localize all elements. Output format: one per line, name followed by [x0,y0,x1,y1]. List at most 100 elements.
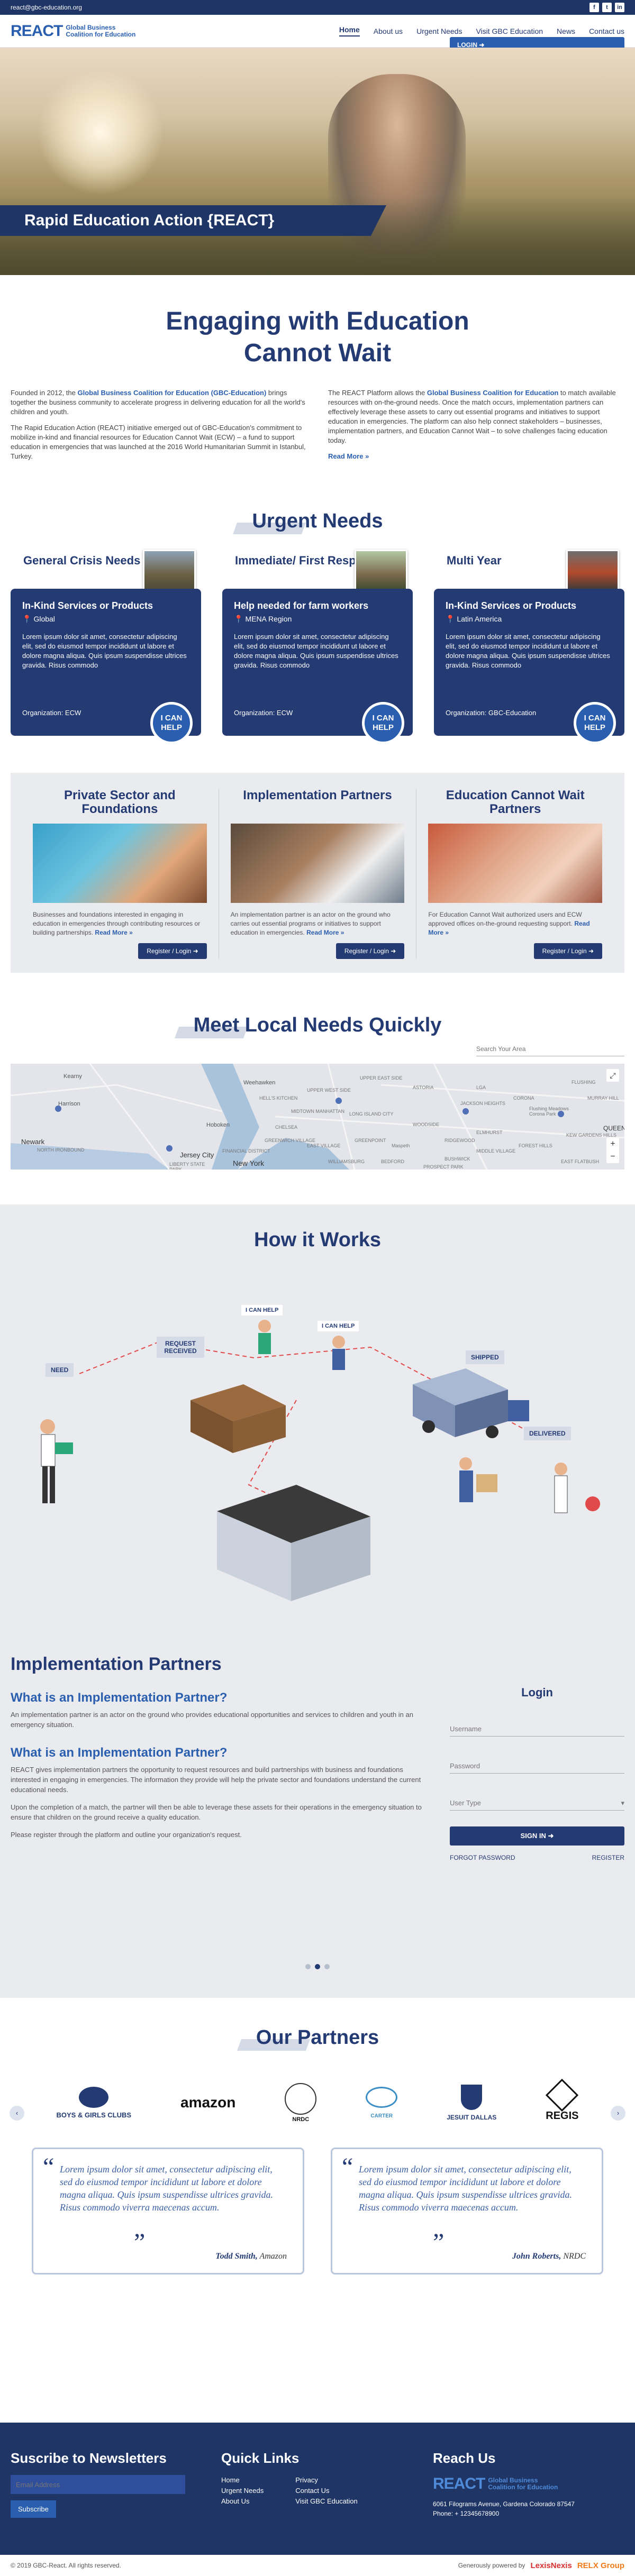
regis-icon [546,2078,579,2112]
register-login-button[interactable]: Register / Login ➜ [138,943,207,959]
group-title: Education Cannot Wait Partners [446,788,585,816]
group-text: For Education Cannot Wait authorized use… [428,910,602,939]
forgot-password-link[interactable]: FORGOT PASSWORD [450,1854,515,1861]
relx-logo[interactable]: RELX Group [577,2561,624,2570]
register-login-button[interactable]: Register / Login ➜ [533,943,603,959]
fullscreen-icon[interactable]: ⤢ [606,1069,619,1082]
request-received-label: REQUEST RECEIVED [157,1337,204,1358]
read-more-link[interactable]: Read More » [306,929,344,936]
nav-urgent-needs[interactable]: Urgent Needs [416,27,462,35]
linkedin-icon[interactable]: in [615,3,624,12]
twitter-icon[interactable]: t [602,3,612,12]
i-can-help-button[interactable]: I CAN HELP [362,702,404,744]
partner-logo[interactable]: BOYS & GIRLS CLUBS [56,2086,131,2119]
user-type-label: User Type [450,1799,482,1807]
need-location-text: MENA Region [245,615,292,623]
footer-link-contact[interactable]: Contact Us [295,2486,358,2496]
group-implementation: Implementation Partners An implementatio… [219,789,417,959]
nav-home[interactable]: Home [339,25,360,36]
gbc-link[interactable]: Global Business Coalition for Education … [78,389,267,397]
footer-link-urgent-needs[interactable]: Urgent Needs [221,2486,264,2496]
label: Register / Login [344,947,389,955]
password-field[interactable]: Password [450,1752,624,1774]
map-label: LONG ISLAND CITY [349,1111,394,1117]
map-label: GREENPOINT [355,1138,386,1143]
need-location: 📍 Latin America [446,615,613,624]
how-title-text: How it Works [254,1229,381,1251]
partner-logo[interactable]: REGIS [546,2078,579,2122]
carousel-dot-active[interactable] [315,1964,320,1969]
need-card[interactable]: Immediate/ First Response Help needed fo… [222,550,413,744]
nav-about[interactable]: About us [374,27,403,35]
need-box: In-Kind Services or Products 📍 Latin Amer… [434,589,624,744]
close-quote-icon: ” [433,2228,444,2257]
zoom-in-icon[interactable]: + [606,1138,619,1150]
need-card[interactable]: General Crisis Needs In-Kind Services or… [11,550,201,744]
partner-name: amazon [180,2094,236,2111]
footer-phone: Phone: + 12345678900 [433,2510,500,2517]
shipped-label: SHIPPED [466,1350,504,1364]
need-card[interactable]: Multi Year In-Kind Services or Products … [434,550,624,744]
zoom-out-icon[interactable]: − [606,1150,619,1163]
powered-by-label: Generously powered by [458,2562,525,2569]
reach-us: Reach Us REACT Global Business Coalition… [433,2450,623,2517]
carousel-prev-icon[interactable]: ‹ [10,2106,24,2121]
carousel-next-icon[interactable]: › [611,2106,625,2121]
user-type-select[interactable]: User Type ▾ [450,1789,624,1811]
footer-address: 6061 Filograms Avenue, Gardena Colorado … [433,2500,575,2508]
newsletter-email-input[interactable] [11,2475,185,2494]
partner-logo[interactable]: NRDC [285,2082,317,2123]
contact-email[interactable]: react@gbc-education.org [11,4,82,11]
nav-contact[interactable]: Contact us [589,27,624,35]
sign-in-button[interactable]: SIGN IN ➜ [450,1826,624,1846]
map-label: PROSPECT PARK [423,1164,464,1170]
gbc-link[interactable]: Global Business Coalition for Education [427,389,558,397]
i-can-help-button[interactable]: I CAN HELP [574,702,616,744]
read-more-link[interactable]: Read More » [328,452,624,461]
footer-link-gbc[interactable]: Visit GBC Education [295,2496,358,2507]
testimonial-author: Todd Smith, Amazon [215,2252,287,2261]
map-label: BEDFORD [381,1159,405,1164]
area-search-input[interactable] [476,1042,624,1056]
map-label: Flushing Meadows Corona Park [529,1106,569,1117]
intro-title-line1: Engaging with Education [166,307,469,335]
footer-link-home[interactable]: Home [221,2475,264,2486]
impl-answer-2c: Please register through the platform and… [11,1831,242,1839]
map-label: ELMHURST [476,1130,503,1135]
partner-logo[interactable]: JESUIT DALLAS [447,2084,496,2121]
tank-image [143,550,196,592]
logo-subtitle: Global Business Coalition for Education [66,23,136,38]
username-field[interactable]: Username [450,1715,624,1737]
partner-logo[interactable]: CARTER [366,2086,398,2119]
area-map[interactable]: Kearny Harrison Newark NORTH IRONBOUND H… [11,1064,624,1170]
carousel-dot[interactable] [305,1964,311,1969]
i-can-help-button[interactable]: I CAN HELP [150,702,193,744]
need-box: In-Kind Services or Products 📍 Global Lor… [11,589,201,744]
students-image [230,824,405,903]
logo[interactable]: REACT Global Business Coalition for Educ… [11,22,140,40]
partner-logo[interactable]: amazon [180,2094,235,2111]
nav-news[interactable]: News [557,27,575,35]
how-title: How it Works [0,1229,635,1252]
footer-link-about[interactable]: About Us [221,2496,264,2507]
map-label: NORTH IRONBOUND [37,1147,85,1153]
map-label: QUEENS [603,1125,624,1132]
need-organization: Organization: ECW [234,709,293,717]
subscribe-button[interactable]: Subscribe [11,2500,56,2518]
intro-paragraph-1: Founded in 2012, the Global Business Coa… [11,388,307,417]
carousel-dot[interactable] [324,1964,330,1969]
footer-link-privacy[interactable]: Privacy [295,2475,358,2486]
label: Register / Login [147,947,192,955]
lexisnexis-logo[interactable]: LexisNexis [530,2561,572,2570]
hero-banner: Rapid Education Action {REACT} [0,48,635,275]
register-link[interactable]: REGISTER [592,1854,624,1861]
register-login-button[interactable]: Register / Login ➜ [335,943,405,959]
urgent-section: Urgent Needs General Crisis Needs In-Kin… [0,510,635,744]
nav-visit-gbc[interactable]: Visit GBC Education [476,27,543,35]
impl-title: Implementation Partners [11,1654,222,1674]
top-bar: react@gbc-education.org f t in [0,0,635,15]
map-label: LGA [476,1085,486,1090]
read-more-link[interactable]: Read More » [95,929,132,936]
facebook-icon[interactable]: f [589,3,599,12]
group-title: Private Sector and Foundations [64,788,176,816]
